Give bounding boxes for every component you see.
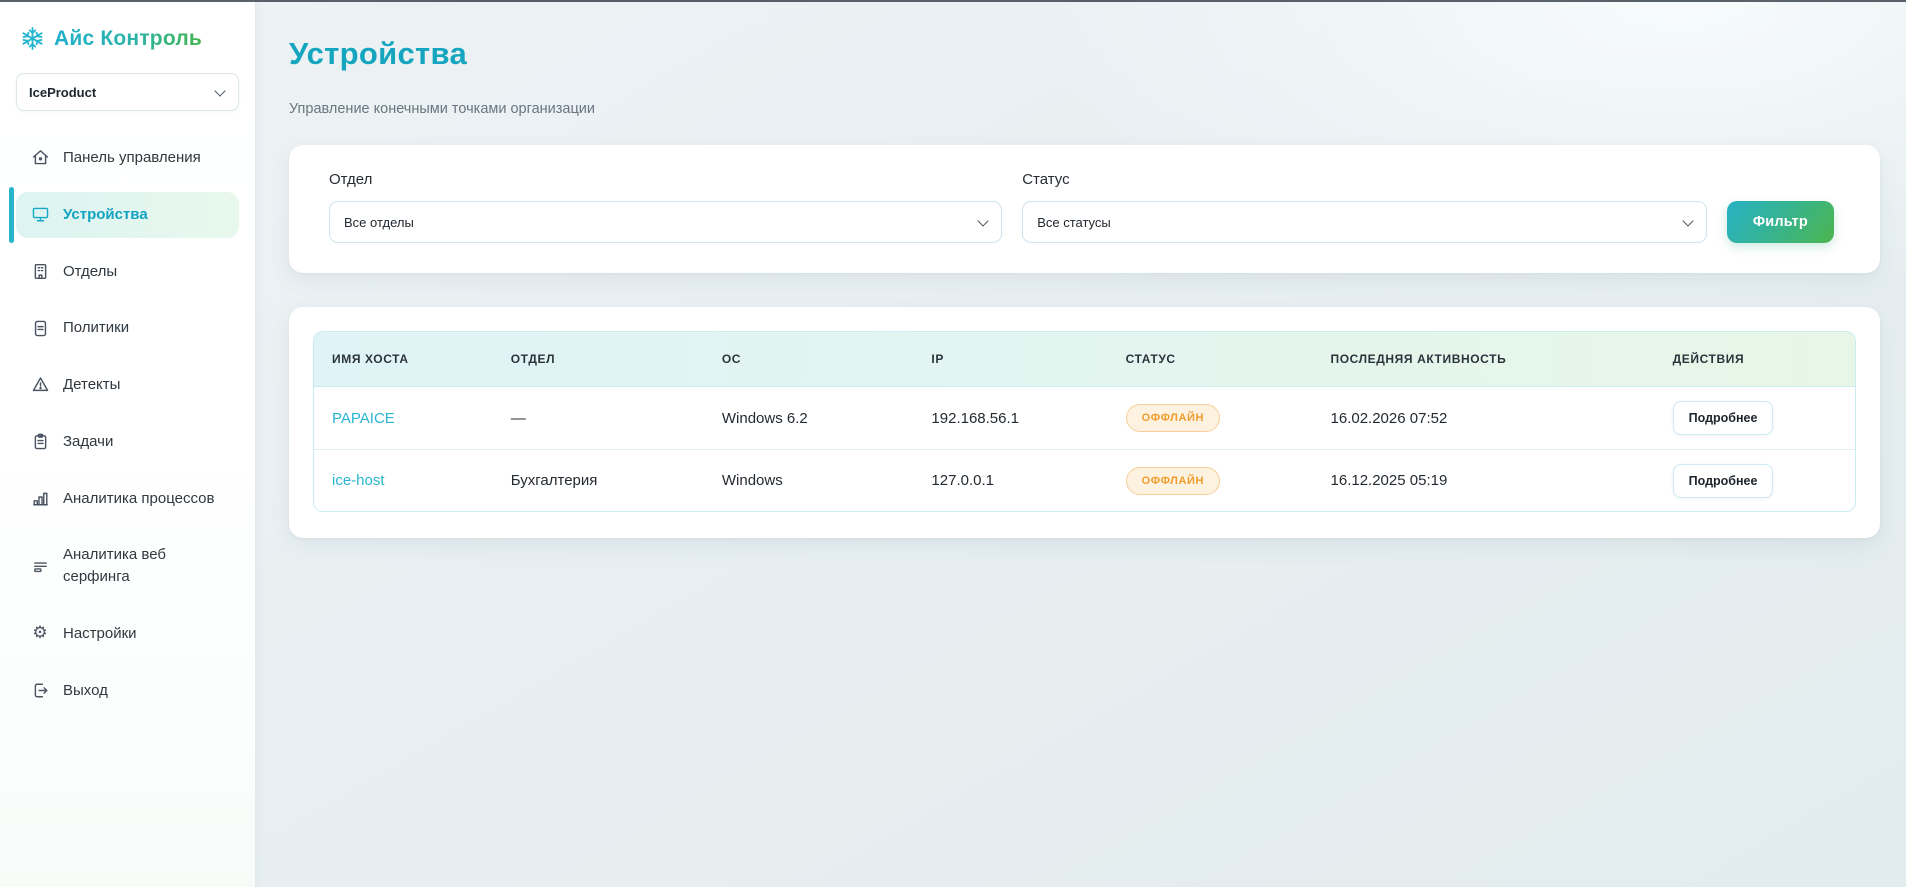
page-subtitle: Управление конечными точками организации	[289, 101, 1880, 117]
bar-chart-icon	[30, 488, 50, 508]
logout-icon	[30, 680, 50, 700]
column-header-hostname: Имя хоста	[314, 332, 493, 386]
department-select[interactable]: Все отделы	[329, 201, 1002, 243]
os-cell: Windows	[704, 462, 914, 499]
sidebar-item-label: Выход	[63, 680, 108, 702]
sidebar-item-label: Отделы	[63, 261, 117, 283]
table-row: PAPAICE — Windows 6.2 192.168.56.1 ОФФЛА…	[314, 387, 1855, 449]
column-header-actions: Действия	[1655, 332, 1855, 386]
sidebar-item-departments[interactable]: Отделы	[16, 249, 239, 295]
column-header-status: Статус	[1108, 332, 1313, 386]
details-button[interactable]: Подробнее	[1673, 464, 1774, 498]
gear-icon: ⚙	[30, 624, 50, 644]
web-surfing-icon	[30, 556, 50, 576]
column-header-ip: IP	[913, 332, 1107, 386]
window-top-edge	[0, 0, 1906, 2]
sidebar-item-detections[interactable]: Детекты	[16, 362, 239, 408]
department-cell: Бухгалтерия	[493, 462, 704, 499]
hostname-link[interactable]: ice-host	[332, 472, 385, 489]
brand-title: Айс Контроль	[54, 27, 202, 51]
monitor-icon	[30, 205, 50, 225]
sidebar-item-label: Задачи	[63, 431, 113, 453]
sidebar-item-label: Устройства	[63, 204, 148, 226]
table-header-row: Имя хоста Отдел ОС IP Статус Последняя а…	[314, 332, 1855, 387]
sidebar-item-label: Детекты	[63, 374, 120, 396]
sidebar-item-devices[interactable]: Устройства	[16, 192, 239, 238]
ip-cell: 127.0.0.1	[913, 462, 1107, 499]
status-badge: ОФФЛАЙН	[1126, 467, 1220, 495]
sidebar-item-dashboard[interactable]: Панель управления	[16, 135, 239, 181]
page-title: Устройства	[289, 36, 1880, 72]
status-select-wrap: Все статусы	[1022, 201, 1707, 243]
last-activity-cell: 16.12.2025 05:19	[1313, 462, 1655, 499]
document-icon	[30, 318, 50, 338]
main-content: Устройства Управление конечными точками …	[256, 0, 1906, 887]
department-filter-field: Отдел Все отделы	[329, 171, 1002, 243]
department-cell: —	[493, 400, 704, 437]
last-activity-cell: 16.02.2026 07:52	[1313, 400, 1655, 437]
column-header-department: Отдел	[493, 332, 704, 386]
sidebar: Айс Контроль IceProduct Панель управлени…	[0, 0, 256, 887]
filter-card: Отдел Все отделы Статус Все статусы Филь…	[289, 145, 1880, 273]
sidebar-item-process-analytics[interactable]: Аналитика процессов	[16, 476, 239, 522]
devices-table: Имя хоста Отдел ОС IP Статус Последняя а…	[313, 331, 1856, 512]
sidebar-item-label: Панель управления	[63, 147, 201, 169]
status-badge: ОФФЛАЙН	[1126, 404, 1220, 432]
snowflake-icon	[20, 26, 45, 51]
details-button[interactable]: Подробнее	[1673, 401, 1774, 435]
filter-button[interactable]: Фильтр	[1727, 201, 1834, 243]
status-select[interactable]: Все статусы	[1022, 201, 1707, 243]
sidebar-item-label: Настройки	[63, 623, 137, 645]
sidebar-item-label: Аналитика веб серфинга	[63, 544, 225, 588]
sidebar-item-settings[interactable]: ⚙ Настройки	[16, 611, 239, 657]
warning-icon	[30, 375, 50, 395]
os-cell: Windows 6.2	[704, 400, 914, 437]
department-filter-label: Отдел	[329, 171, 1002, 188]
sidebar-item-logout[interactable]: Выход	[16, 668, 239, 714]
sidebar-nav: Панель управления Устройства Отделы	[16, 135, 239, 713]
status-filter-label: Статус	[1022, 171, 1707, 188]
product-select[interactable]: IceProduct	[16, 73, 239, 111]
home-icon	[30, 148, 50, 168]
sidebar-item-label: Аналитика процессов	[63, 488, 214, 510]
clipboard-icon	[30, 432, 50, 452]
brand: Айс Контроль	[16, 26, 239, 51]
devices-table-card: Имя хоста Отдел ОС IP Статус Последняя а…	[289, 307, 1880, 538]
sidebar-item-policies[interactable]: Политики	[16, 305, 239, 351]
sidebar-item-tasks[interactable]: Задачи	[16, 419, 239, 465]
hostname-link[interactable]: PAPAICE	[332, 410, 395, 427]
table-row: ice-host Бухгалтерия Windows 127.0.0.1 О…	[314, 449, 1855, 511]
department-select-wrap: Все отделы	[329, 201, 1002, 243]
building-icon	[30, 261, 50, 281]
ip-cell: 192.168.56.1	[913, 400, 1107, 437]
product-select-wrap: IceProduct	[16, 73, 239, 111]
sidebar-item-web-analytics[interactable]: Аналитика веб серфинга	[16, 532, 239, 600]
status-filter-field: Статус Все статусы	[1022, 171, 1707, 243]
sidebar-item-label: Политики	[63, 317, 129, 339]
column-header-last-activity: Последняя активность	[1313, 332, 1655, 386]
column-header-os: ОС	[704, 332, 914, 386]
